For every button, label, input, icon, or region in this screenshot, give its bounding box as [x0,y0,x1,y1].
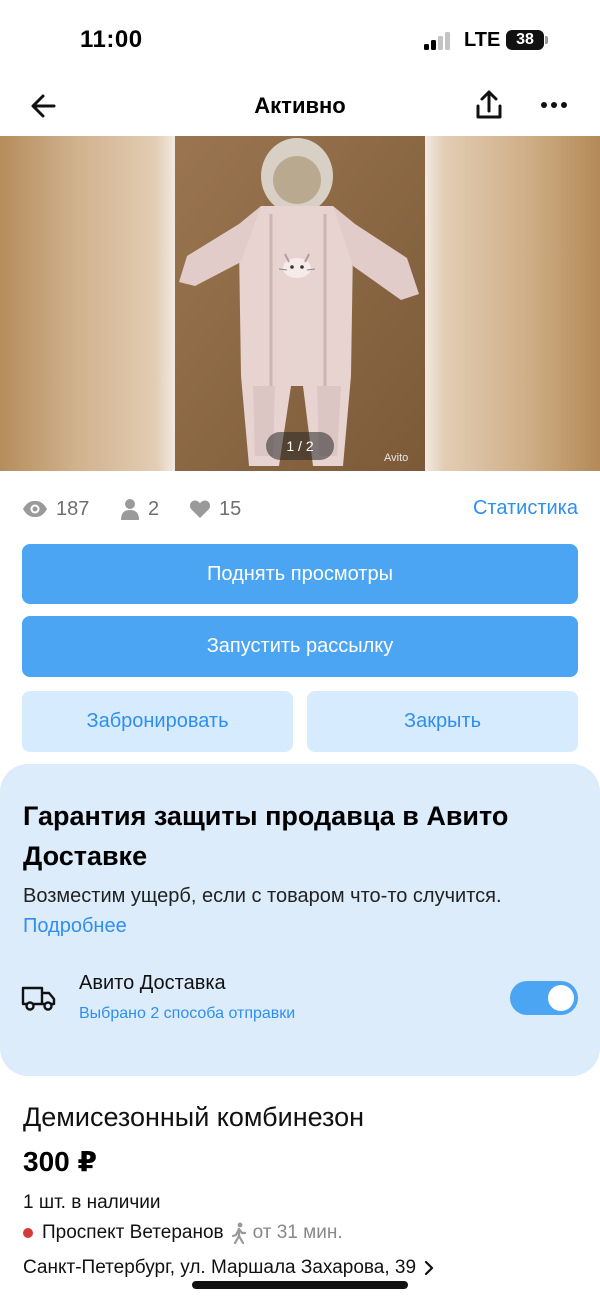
status-time: 11:00 [80,26,143,53]
chevron-right-icon [424,1260,434,1276]
delivery-toggle[interactable] [510,981,578,1015]
truck-icon [21,986,56,1011]
seller-guarantee-panel: Гарантия защиты продавца в Авито Доставк… [0,764,600,1076]
item-address[interactable]: Санкт-Петербург, ул. Маршала Захарова, 3… [23,1255,434,1281]
battery-icon: 38 [506,30,544,50]
metro-line-dot [23,1228,33,1238]
arrow-left-icon [31,94,56,118]
heart-icon [189,500,211,518]
share-button[interactable] [470,86,508,124]
back-button[interactable] [24,88,64,124]
guarantee-title: Гарантия защиты продавца в Авито Доставк… [23,801,509,871]
share-icon [476,90,502,119]
statistics-link[interactable]: Статистика [473,497,578,520]
close-listing-button[interactable]: Закрыть [307,691,578,752]
status-bar: 11:00 LTE 38 [0,0,600,80]
reserve-button[interactable]: Забронировать [22,691,293,752]
stats-row: 187 2 15 Статистика [22,494,578,524]
delivery-title: Авито Доставка [79,972,226,994]
eye-icon [23,501,47,517]
avito-watermark: Avito [384,452,409,464]
item-stock: 1 шт. в наличии [23,1192,161,1213]
signal-icon [424,32,454,50]
contacts-stat: 2 [120,494,159,524]
more-dots-icon [541,102,567,108]
delivery-subtitle[interactable]: Выбрано 2 способа отправки [79,1005,295,1023]
item-title: Демисезонный комбинезон [23,1102,365,1132]
more-button[interactable] [534,86,574,124]
views-stat: 187 [22,494,89,524]
favorites-count: 15 [219,497,242,520]
start-mailing-button[interactable]: Запустить рассылку [22,616,578,677]
metro-walk-time: от 31 мин. [252,1222,343,1243]
toggle-knob [548,985,574,1011]
gallery-counter: 1 / 2 [266,432,334,460]
page-title: Активно [254,93,346,118]
more-info-link[interactable]: Подробнее [23,915,127,938]
walking-icon [231,1222,246,1244]
metro-station: Проспект Ветеранов [42,1222,224,1243]
guarantee-text: Возместим ущерб, если с товаром что-то с… [23,885,502,907]
address-text: Санкт-Петербург, ул. Маршала Захарова, 3… [23,1257,417,1278]
person-icon [121,499,139,520]
item-price: 300 ₽ [23,1146,97,1177]
photo-gallery[interactable] [0,136,600,471]
nav-bar: Активно [0,80,600,132]
product-photo[interactable] [175,136,425,471]
raise-views-button[interactable]: Поднять просмотры [22,544,578,604]
jumpsuit-image [175,136,425,471]
views-count: 187 [56,497,90,520]
battery-cap [545,36,548,44]
favorites-stat: 15 [189,494,241,524]
home-indicator[interactable] [192,1281,408,1289]
contacts-count: 2 [148,497,160,520]
network-label: LTE [464,29,501,51]
metro-info: Проспект Ветеранов от 31 мин. [23,1221,343,1245]
